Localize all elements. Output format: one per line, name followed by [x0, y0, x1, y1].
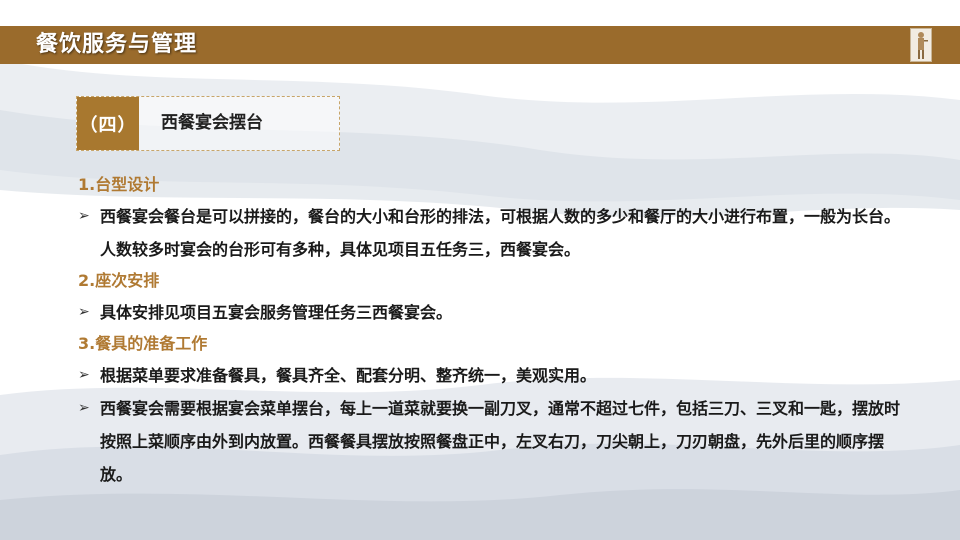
list-item: ➢ 西餐宴会需要根据宴会菜单摆台，每上一道菜就要换一副刀叉，通常不超过七件，包括… — [78, 392, 908, 491]
waiter-logo-icon — [910, 28, 932, 62]
arrow-bullet-icon: ➢ — [78, 400, 90, 416]
arrow-bullet-icon: ➢ — [78, 304, 90, 320]
arrow-bullet-icon: ➢ — [78, 367, 90, 383]
bullet-text: 西餐宴会需要根据宴会菜单摆台，每上一道菜就要换一副刀叉，通常不超过七件，包括三刀… — [100, 399, 901, 484]
bullet-text: 西餐宴会餐台是可以拼接的，餐台的大小和台形的排法，可根据人数的多少和餐厅的大小进… — [100, 207, 901, 259]
list-item: ➢ 西餐宴会餐台是可以拼接的，餐台的大小和台形的排法，可根据人数的多少和餐厅的大… — [78, 200, 908, 266]
heading-tableware: 3.餐具的准备工作 — [78, 334, 208, 353]
list-item: ➢ 根据菜单要求准备餐具，餐具齐全、配套分明、整齐统一，美观实用。 — [78, 359, 908, 392]
section-title: 西餐宴会摆台 — [161, 113, 263, 133]
heading-seating: 2.座次安排 — [78, 271, 160, 290]
section-header: （四） 西餐宴会摆台 — [76, 96, 340, 151]
heading-table-layout: 1.台型设计 — [78, 175, 160, 194]
content-body: 1.台型设计 ➢ 西餐宴会餐台是可以拼接的，餐台的大小和台形的排法，可根据人数的… — [78, 170, 908, 491]
bullet-text: 根据菜单要求准备餐具，餐具齐全、配套分明、整齐统一，美观实用。 — [100, 366, 597, 385]
section-number: （四） — [77, 97, 139, 150]
list-item: ➢ 具体安排见项目五宴会服务管理任务三西餐宴会。 — [78, 296, 908, 329]
header-bar: 餐饮服务与管理 — [0, 26, 960, 64]
header-title: 餐饮服务与管理 — [36, 32, 198, 57]
arrow-bullet-icon: ➢ — [78, 208, 90, 224]
bullet-text: 具体安排见项目五宴会服务管理任务三西餐宴会。 — [100, 303, 453, 322]
